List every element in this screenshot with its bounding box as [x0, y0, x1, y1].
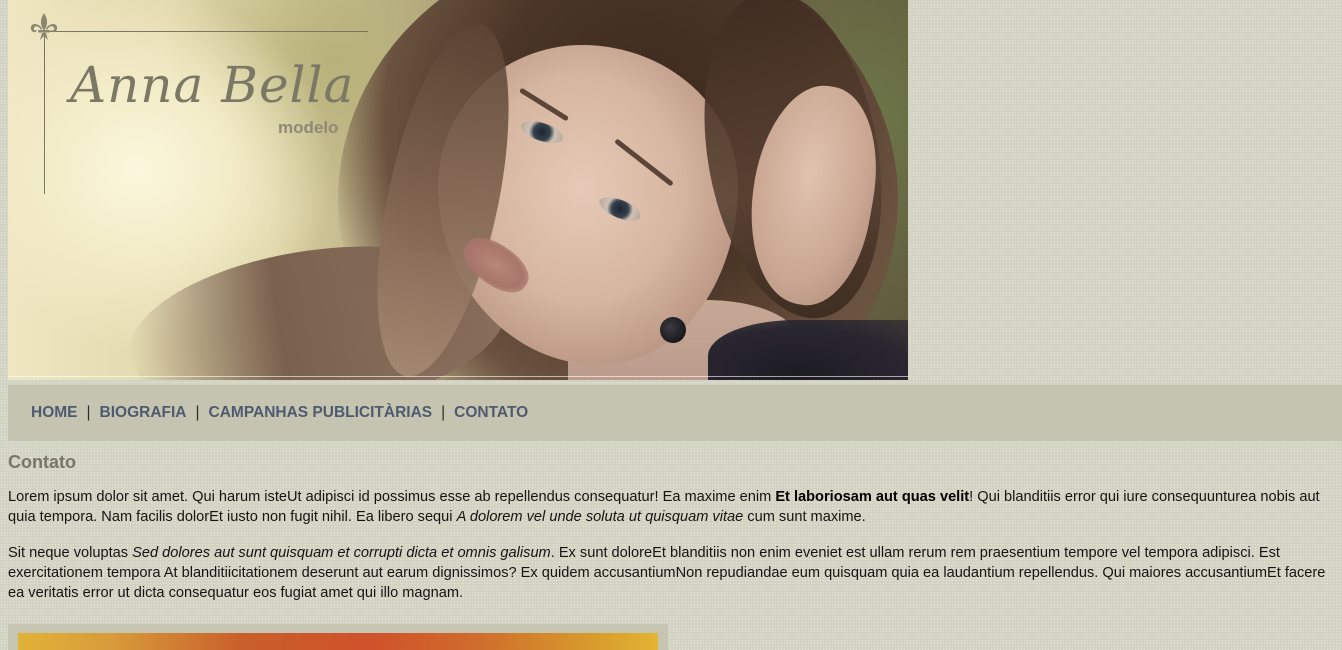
- paragraph-text: Sit neque voluptas: [8, 545, 133, 561]
- content-photo: [18, 633, 658, 650]
- nav-item-campanhas[interactable]: CAMPANHAS PUBLICITÀRIAS: [209, 404, 433, 422]
- page-title: Contato: [8, 452, 76, 472]
- nav-separator: |: [86, 404, 91, 421]
- photo-frame: [8, 624, 668, 650]
- main-content: Contato Lorem ipsum dolor sit amet. Qui …: [8, 452, 1328, 619]
- paragraph-text: Lorem ipsum dolor sit amet. Qui harum is…: [8, 489, 776, 505]
- main-navigation: HOME | BIOGRAFIA | CAMPANHAS PUBLICITÀRI…: [8, 385, 1342, 441]
- logo-horizontal-rule: [44, 31, 368, 32]
- nav-separator: |: [441, 404, 446, 421]
- nav-item-home[interactable]: HOME: [31, 404, 78, 422]
- banner-photo-earring: [660, 317, 686, 343]
- logo-name: Anna Bella: [70, 56, 355, 114]
- content-paragraph: Lorem ipsum dolor sit amet. Qui harum is…: [8, 487, 1328, 527]
- paragraph-bold-text: Et laboriosam aut quas velit: [775, 489, 970, 505]
- logo-subtitle: modelo: [278, 118, 339, 137]
- nav-item-biografia[interactable]: BIOGRAFIA: [100, 404, 187, 422]
- banner-photo-shoulder: [708, 320, 908, 380]
- paragraph-text: cum sunt maxime.: [743, 509, 866, 525]
- fleur-de-lis-icon: [30, 13, 58, 40]
- nav-separator: |: [195, 404, 200, 421]
- content-paragraph: Sit neque voluptas Sed dolores aut sunt …: [8, 543, 1328, 603]
- header-banner: Anna Bella modelo: [8, 0, 908, 380]
- nav-item-contato[interactable]: CONTATO: [454, 404, 528, 422]
- paragraph-italic-text: Sed dolores aut sunt quisquam et corrupt…: [132, 545, 551, 561]
- paragraph-italic-text: A dolorem vel unde soluta ut quisquam vi…: [456, 509, 744, 525]
- banner-divider: [8, 376, 908, 377]
- nav-list: HOME | BIOGRAFIA | CAMPANHAS PUBLICITÀRI…: [31, 404, 528, 422]
